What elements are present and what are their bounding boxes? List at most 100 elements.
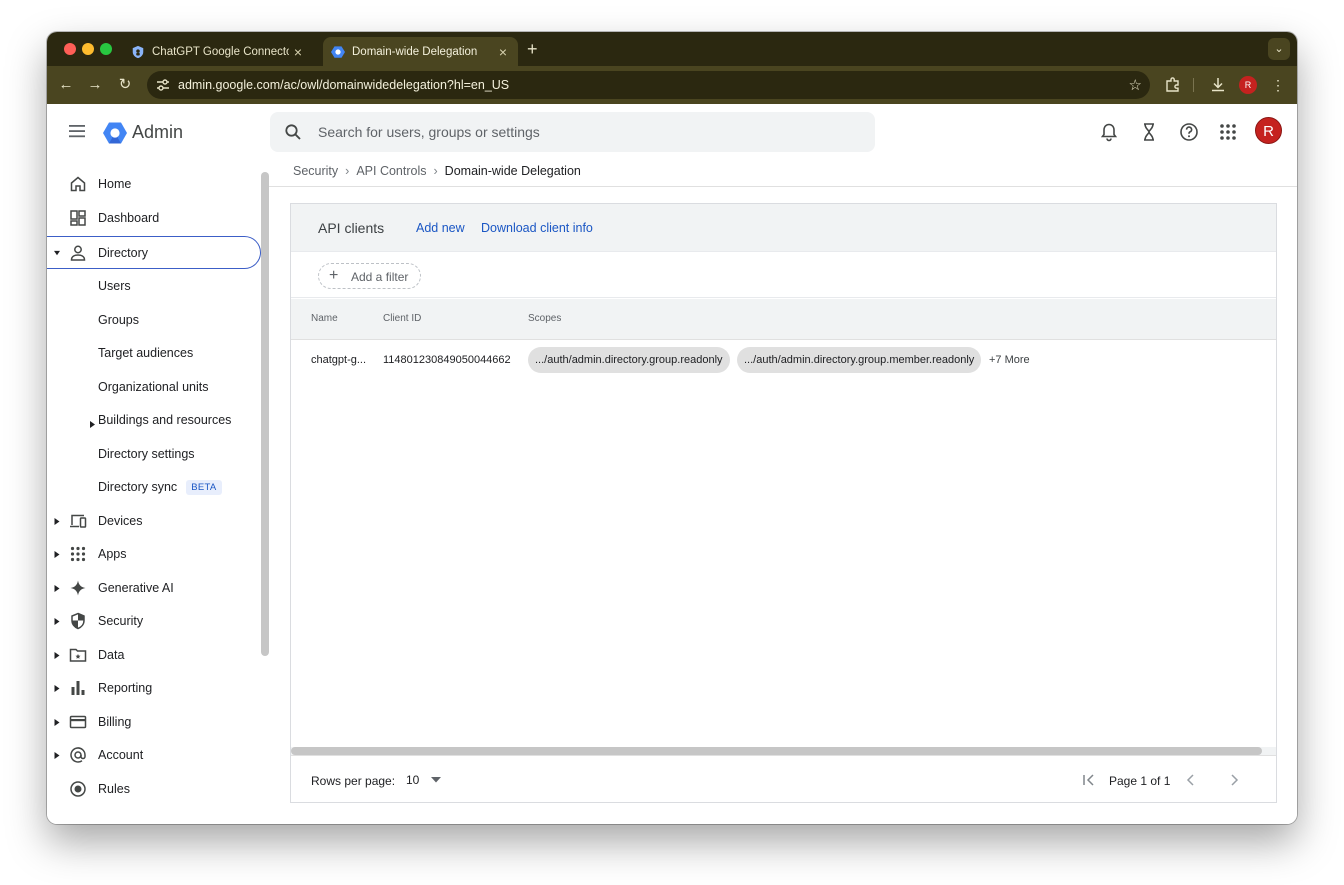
sidebar-item-users[interactable]: Users [98, 270, 131, 303]
sidebar-item-directory[interactable]: Directory [47, 236, 261, 269]
browser-profile-avatar[interactable]: R [1239, 76, 1257, 94]
sidebar-item-label: Devices [98, 514, 143, 528]
back-arrow-icon[interactable]: ← [56, 75, 76, 95]
sidebar-item-label: Directory sync [98, 480, 178, 494]
caret-right-icon[interactable] [54, 518, 60, 525]
breadcrumb-api-controls[interactable]: API Controls [356, 164, 426, 178]
sidebar-item-directory-sync[interactable]: Directory sync BETA [98, 471, 222, 504]
caret-right-icon[interactable] [54, 752, 60, 759]
tab-search-chevron-icon[interactable]: ⌄ [1268, 38, 1290, 60]
horizontal-scrollbar[interactable] [291, 747, 1276, 755]
minimize-window-button[interactable] [82, 43, 94, 55]
card-title: API clients [318, 220, 385, 236]
scope-chip[interactable]: .../auth/admin.directory.group.member.re… [737, 347, 982, 373]
table-header: Name Client ID Scopes [291, 299, 1276, 340]
sidebar-item-billing[interactable]: Billing [47, 706, 261, 739]
bar-chart-icon [71, 681, 85, 695]
column-header-client-id[interactable]: Client ID [383, 313, 421, 324]
tab-domain-wide-delegation[interactable]: Domain-wide Delegation × [323, 37, 518, 66]
zoom-window-button[interactable] [100, 43, 112, 55]
apps-grid-icon[interactable] [1217, 121, 1239, 143]
forward-arrow-icon[interactable]: → [85, 75, 105, 95]
browser-menu-kebab-icon[interactable]: ⋮ [1268, 75, 1288, 95]
extensions-puzzle-icon[interactable] [1163, 75, 1183, 95]
caret-down-icon[interactable] [54, 250, 60, 257]
close-tab-icon[interactable]: × [289, 44, 307, 60]
download-client-info-button[interactable]: Download client info [481, 221, 593, 235]
sidebar-item-label: Rules [98, 782, 130, 796]
rows-per-page-select[interactable]: 10 [406, 773, 419, 787]
table-footer: Rows per page: 10 Page 1 of 1 [291, 755, 1276, 803]
new-tab-button[interactable]: + [527, 39, 538, 60]
sidebar-scrollbar[interactable] [261, 172, 269, 656]
sidebar-item-groups[interactable]: Groups [98, 304, 139, 337]
search-icon[interactable] [284, 123, 302, 141]
more-scopes-link[interactable]: +7 More [989, 354, 1030, 366]
sidebar-item-rules[interactable]: Rules [47, 773, 261, 806]
hourglass-tasks-icon[interactable] [1138, 121, 1160, 143]
sidebar-item-reporting[interactable]: Reporting [47, 672, 261, 705]
caret-right-icon[interactable] [54, 652, 60, 659]
caret-right-icon[interactable] [54, 685, 60, 692]
shield-icon [71, 612, 85, 630]
add-new-button[interactable]: Add new [416, 221, 465, 235]
sidebar-item-apps[interactable]: Apps [47, 538, 261, 571]
caret-right-icon[interactable] [54, 618, 60, 625]
search-input[interactable] [318, 112, 858, 152]
account-avatar[interactable]: R [1255, 117, 1282, 144]
reload-icon[interactable]: ↻ [115, 75, 135, 95]
main-menu-icon[interactable] [67, 121, 87, 141]
close-window-button[interactable] [64, 43, 76, 55]
previous-page-icon[interactable] [1183, 772, 1199, 788]
sidebar-item-dashboard[interactable]: Dashboard [47, 202, 261, 235]
rules-target-icon [70, 781, 86, 797]
sidebar-item-buildings[interactable]: Buildings and resources [98, 404, 231, 437]
next-page-icon[interactable] [1226, 772, 1242, 788]
close-tab-icon[interactable]: × [494, 44, 512, 60]
sidebar-item-home[interactable]: Home [47, 168, 261, 201]
address-bar[interactable]: admin.google.com/ac/owl/domainwidedelega… [147, 71, 1150, 99]
sidebar-item-account[interactable]: Account [47, 739, 261, 772]
page-indicator: Page 1 of 1 [1109, 774, 1171, 788]
caret-right-icon[interactable] [54, 719, 60, 726]
caret-right-icon[interactable] [54, 551, 60, 558]
sidebar-item-label: Billing [98, 715, 132, 729]
notifications-bell-icon[interactable] [1098, 121, 1120, 143]
download-icon[interactable] [1208, 75, 1228, 95]
sidebar-item-org-units[interactable]: Organizational units [98, 371, 208, 404]
caret-right-icon[interactable] [54, 585, 60, 592]
column-header-scopes[interactable]: Scopes [528, 313, 561, 324]
sidebar-item-generative-ai[interactable]: Generative AI [47, 572, 261, 605]
add-filter-button[interactable]: + Add a filter [318, 263, 421, 289]
home-icon [70, 176, 86, 192]
admin-logo-icon[interactable] [103, 121, 127, 145]
sidebar-item-security[interactable]: Security [47, 605, 261, 638]
caret-right-icon[interactable] [90, 421, 95, 428]
sidebar-item-label: Reporting [98, 681, 153, 695]
help-icon[interactable] [1178, 121, 1200, 143]
browser-window: ChatGPT Google Connector - × Domain-wide… [47, 32, 1297, 824]
folder-data-icon [69, 648, 87, 662]
sidebar-item-label: Account [98, 748, 144, 762]
sidebar-item-devices[interactable]: Devices [47, 505, 261, 538]
sidebar-item-target-audiences[interactable]: Target audiences [98, 337, 193, 370]
dashboard-icon [70, 210, 86, 226]
bookmark-star-icon[interactable]: ☆ [1129, 76, 1142, 94]
search-bar[interactable] [270, 112, 875, 152]
rows-per-page-label: Rows per page: [311, 774, 396, 788]
scope-chip[interactable]: .../auth/admin.directory.group.readonly [528, 347, 730, 373]
breadcrumb-security[interactable]: Security [293, 164, 338, 178]
sidebar-item-data[interactable]: Data [47, 639, 261, 672]
column-header-name[interactable]: Name [311, 313, 338, 324]
dropdown-caret-icon[interactable] [431, 777, 441, 783]
first-page-icon[interactable] [1081, 772, 1097, 788]
table-row[interactable]: chatgpt-g... 114801230849050044662 .../a… [291, 340, 1276, 381]
sidebar-item-label: Security [98, 614, 144, 628]
app-brand-name[interactable]: Admin [132, 122, 183, 143]
site-settings-icon[interactable] [155, 77, 171, 93]
tab-chatgpt-connector[interactable]: ChatGPT Google Connector - × [123, 37, 313, 66]
sidebar-item-label: Data [98, 648, 125, 662]
api-clients-card: API clients Add new Download client info… [290, 203, 1277, 803]
sidebar-item-directory-settings[interactable]: Directory settings [98, 438, 195, 471]
horizontal-scrollbar-thumb[interactable] [291, 747, 1262, 755]
